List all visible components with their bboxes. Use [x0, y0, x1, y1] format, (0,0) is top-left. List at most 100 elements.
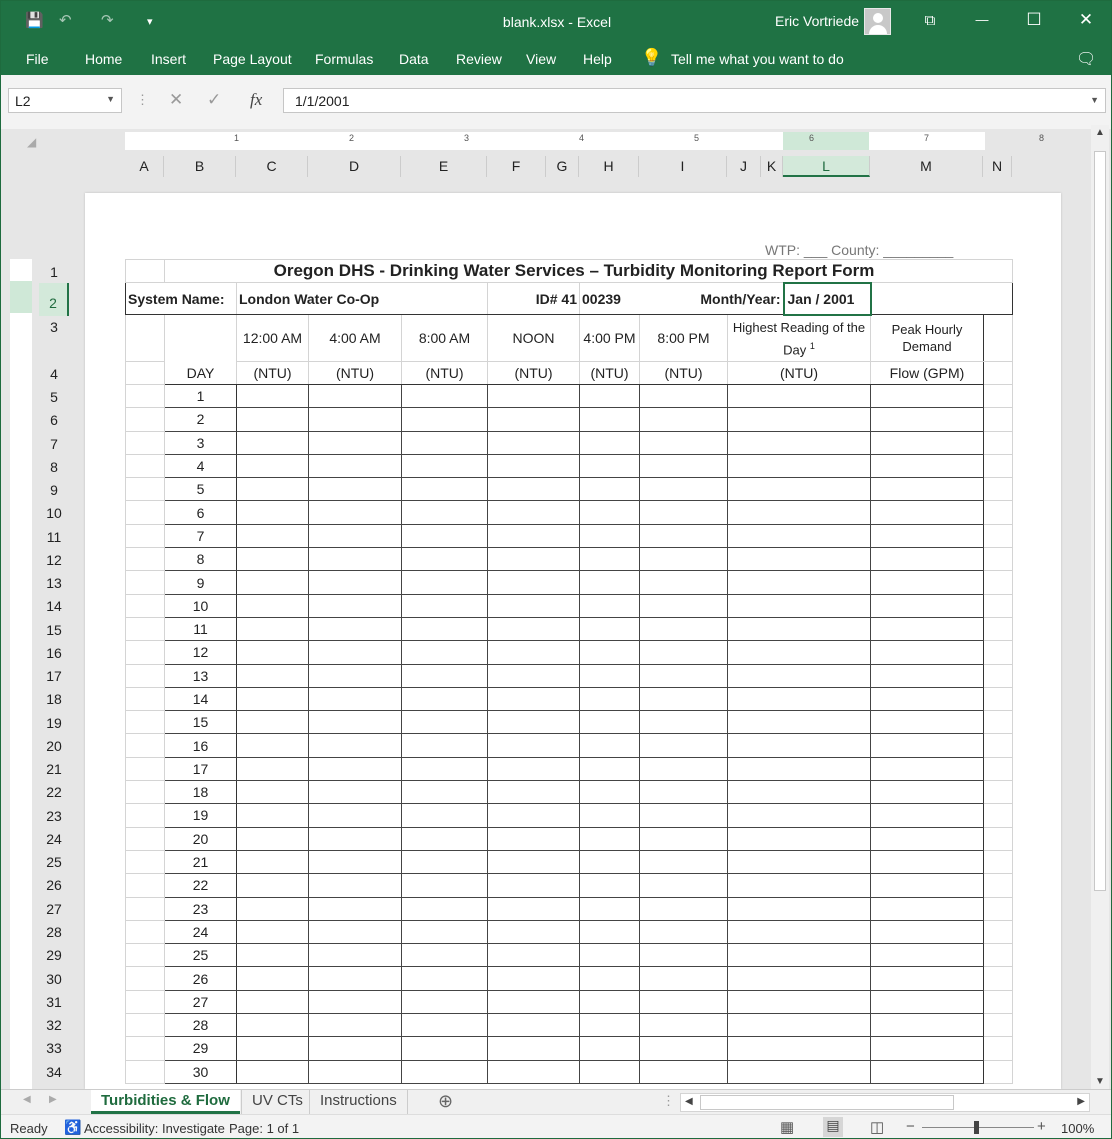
cell[interactable] — [579, 943, 640, 968]
cell[interactable] — [579, 407, 640, 432]
cell[interactable] — [983, 616, 1013, 642]
time-header-8pm[interactable]: 8:00 PM — [639, 314, 728, 362]
unit-header[interactable]: (NTU) — [727, 361, 871, 385]
page-layout-view-icon[interactable]: ▤ — [823, 1117, 843, 1137]
row-header[interactable]: 30 — [39, 970, 69, 988]
cell[interactable] — [727, 849, 871, 875]
cell[interactable] — [236, 849, 309, 875]
column-header-n[interactable]: N — [983, 156, 1012, 177]
cell[interactable] — [487, 989, 580, 1015]
cell[interactable] — [579, 919, 640, 945]
cell[interactable] — [308, 756, 402, 782]
cell[interactable] — [579, 430, 640, 455]
column-header-c[interactable]: C — [236, 156, 308, 177]
hscroll-left-icon[interactable]: ◀ — [685, 1096, 693, 1107]
cell[interactable] — [870, 710, 984, 735]
cell[interactable] — [308, 477, 402, 502]
cell[interactable] — [870, 453, 984, 479]
cell[interactable] — [308, 1059, 402, 1084]
cell[interactable] — [125, 523, 165, 549]
cell[interactable] — [579, 686, 640, 712]
day-number[interactable]: 2 — [164, 407, 237, 432]
cell[interactable] — [579, 593, 640, 618]
cell[interactable] — [487, 477, 580, 502]
cell[interactable] — [401, 943, 488, 968]
cell[interactable] — [401, 523, 488, 549]
cell[interactable] — [487, 780, 580, 805]
cell[interactable] — [639, 570, 728, 595]
cell[interactable] — [401, 477, 488, 502]
cell[interactable] — [487, 593, 580, 618]
day-number[interactable]: 9 — [164, 570, 237, 595]
cell[interactable] — [983, 1036, 1013, 1061]
cell[interactable] — [983, 826, 1013, 851]
cell[interactable] — [727, 989, 871, 1015]
cell[interactable] — [639, 1059, 728, 1084]
cell[interactable] — [639, 873, 728, 898]
cell[interactable] — [983, 1059, 1013, 1084]
row-header[interactable]: 22 — [39, 783, 69, 801]
cell[interactable] — [236, 500, 309, 525]
cell[interactable] — [983, 1013, 1013, 1038]
cell[interactable] — [870, 849, 984, 875]
cell[interactable] — [308, 849, 402, 875]
splitter-dots-icon[interactable]: ⋮ — [662, 1093, 675, 1109]
cell[interactable] — [983, 640, 1013, 665]
cell[interactable] — [125, 1059, 165, 1084]
cell[interactable] — [639, 780, 728, 805]
cell[interactable] — [401, 383, 488, 409]
cell[interactable] — [308, 733, 402, 758]
cell[interactable] — [579, 873, 640, 898]
cell[interactable] — [727, 640, 871, 665]
cell[interactable] — [639, 616, 728, 642]
hscroll-right-icon[interactable]: ▶ — [1077, 1096, 1085, 1107]
cell[interactable] — [579, 616, 640, 642]
cell[interactable] — [727, 430, 871, 455]
enter-icon[interactable]: ✓ — [207, 90, 221, 110]
cell[interactable] — [579, 477, 640, 502]
cell[interactable] — [983, 593, 1013, 618]
cell[interactable] — [870, 966, 984, 991]
day-number[interactable]: 12 — [164, 640, 237, 665]
cell[interactable] — [125, 453, 165, 479]
cell[interactable] — [870, 477, 984, 502]
cell[interactable] — [401, 407, 488, 432]
cell[interactable] — [125, 1013, 165, 1038]
time-header-noon[interactable]: NOON — [487, 314, 580, 362]
cell[interactable] — [308, 407, 402, 432]
cell[interactable] — [401, 686, 488, 712]
cell[interactable] — [579, 710, 640, 735]
cell[interactable] — [125, 896, 165, 921]
row-header[interactable]: 4 — [39, 365, 69, 383]
cell[interactable] — [236, 686, 309, 712]
scroll-up-icon[interactable]: ▲ — [1095, 127, 1105, 138]
cell[interactable] — [579, 989, 640, 1015]
day-number[interactable]: 16 — [164, 733, 237, 758]
cell[interactable] — [401, 803, 488, 828]
cell[interactable] — [308, 919, 402, 945]
tab-view[interactable]: View — [526, 51, 556, 67]
cell[interactable] — [870, 523, 984, 549]
cell[interactable] — [487, 686, 580, 712]
cell[interactable] — [125, 640, 165, 665]
cell[interactable] — [401, 919, 488, 945]
cell[interactable] — [579, 780, 640, 805]
cell[interactable] — [236, 570, 309, 595]
day-number[interactable]: 24 — [164, 919, 237, 945]
cell[interactable] — [487, 896, 580, 921]
cell[interactable] — [308, 640, 402, 665]
day-number[interactable]: 25 — [164, 943, 237, 968]
row-header[interactable]: 32 — [39, 1016, 69, 1034]
cell[interactable] — [639, 640, 728, 665]
cell[interactable] — [487, 523, 580, 549]
unit-header[interactable]: (NTU) — [236, 361, 309, 385]
column-header-i[interactable]: I — [639, 156, 727, 177]
formula-input[interactable]: 1/1/2001 ▼ — [283, 88, 1106, 113]
accessibility-icon[interactable]: ♿ — [64, 1119, 81, 1136]
cell[interactable] — [727, 523, 871, 549]
column-header-f[interactable]: F — [487, 156, 546, 177]
cell[interactable] — [727, 966, 871, 991]
cell[interactable] — [236, 453, 309, 479]
cell[interactable] — [236, 873, 309, 898]
cell[interactable] — [639, 686, 728, 712]
